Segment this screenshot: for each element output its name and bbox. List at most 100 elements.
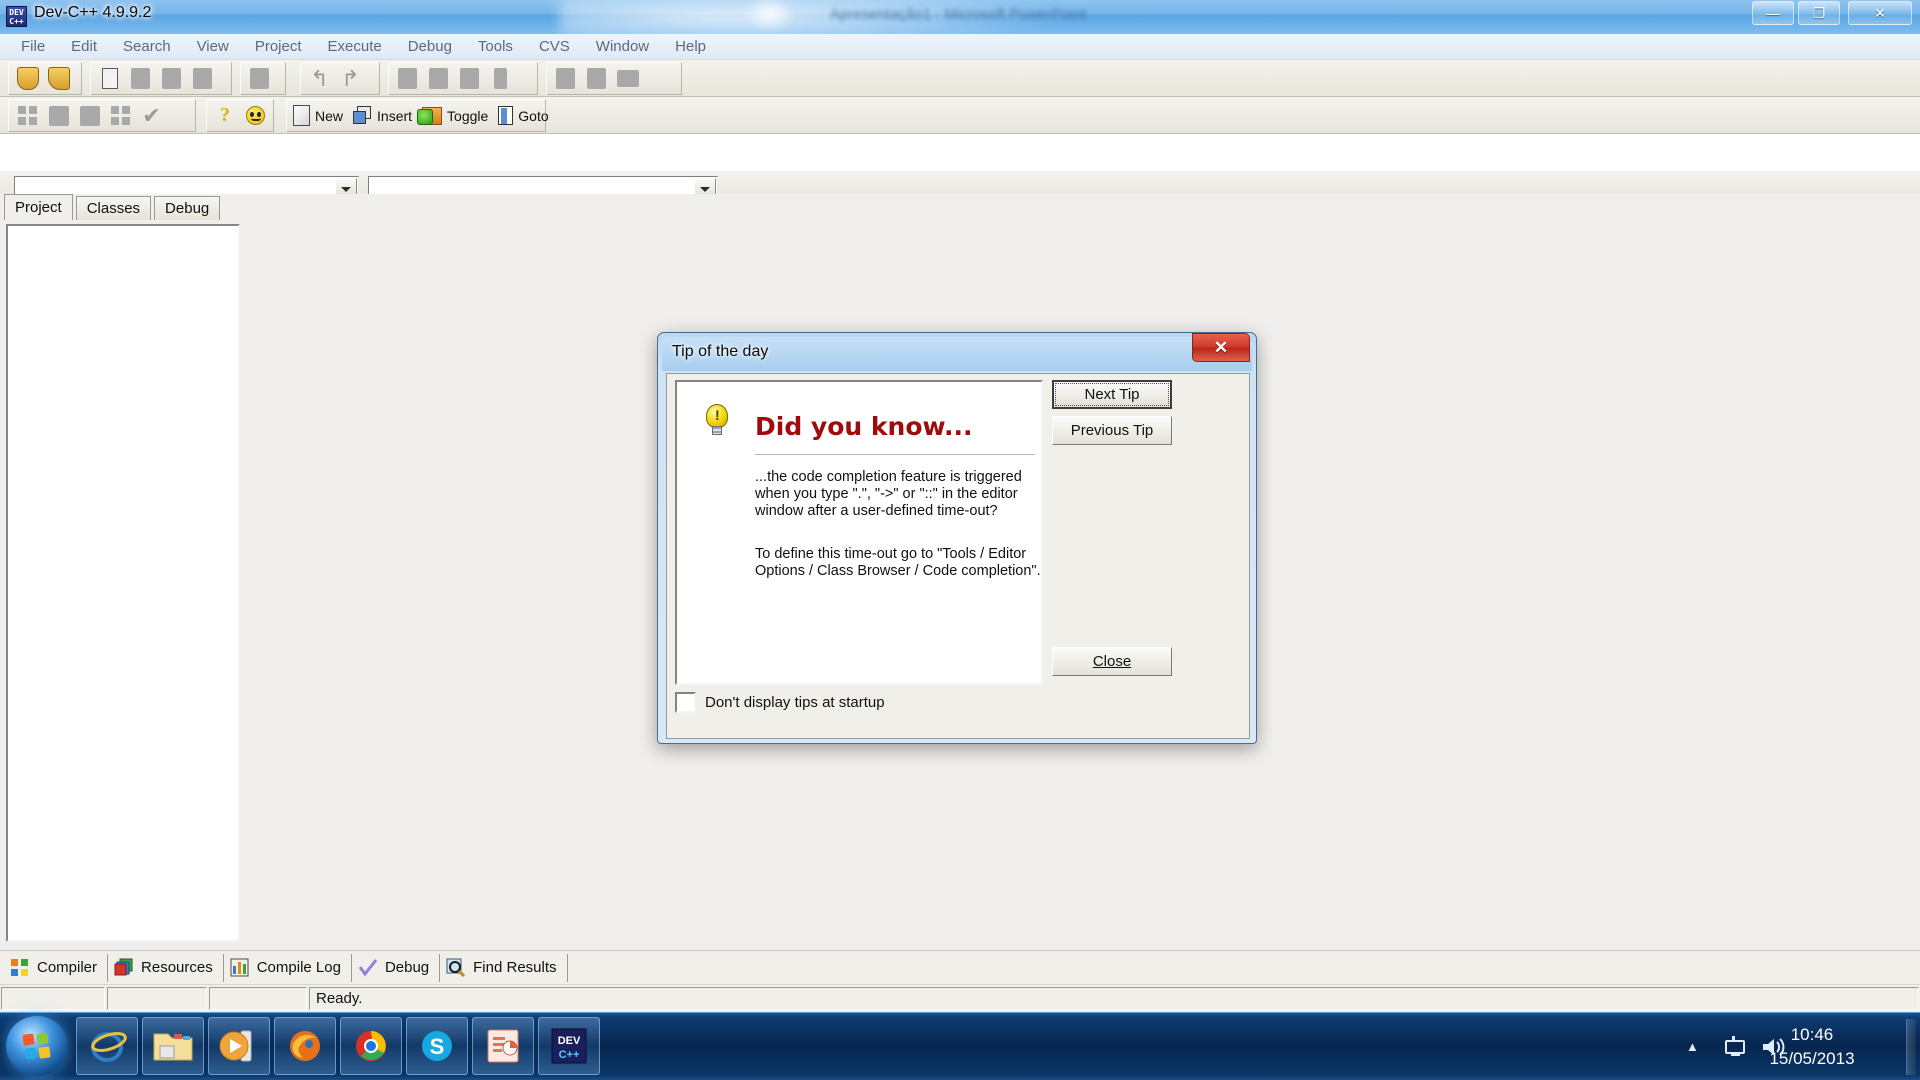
windows-logo-icon [22, 1031, 51, 1060]
menu-item-window[interactable]: Window [583, 36, 662, 57]
tab-find-results[interactable]: Find Results [442, 953, 568, 982]
redo-icon[interactable]: ↱ [335, 64, 366, 93]
insert-button[interactable]: Insert [350, 101, 419, 130]
dont-display-tips-checkbox[interactable] [675, 692, 696, 713]
open-file-icon[interactable] [125, 64, 156, 93]
network-icon[interactable] [1722, 1035, 1748, 1064]
print-icon[interactable] [244, 64, 275, 93]
save-all-icon[interactable] [187, 64, 218, 93]
status-cell-1 [1, 987, 105, 1010]
goto-icon [498, 106, 514, 125]
taskbar-item-powerpoint[interactable] [472, 1017, 534, 1075]
taskbar-item-chrome[interactable] [340, 1017, 402, 1075]
debug-icon[interactable] [550, 64, 581, 93]
dont-display-tips-row[interactable]: Don't display tips at startup [675, 692, 885, 713]
toolbar-group-project [8, 62, 82, 95]
tab-compile-log[interactable]: Compile Log [226, 953, 352, 982]
goto-button-label: Goto [518, 107, 549, 124]
tile-icon[interactable] [12, 101, 43, 130]
toggle-button[interactable]: Toggle [417, 101, 495, 130]
tab-compiler[interactable]: Compiler [6, 953, 109, 982]
help-question-icon[interactable]: ? [210, 101, 240, 130]
new-file-icon[interactable] [94, 64, 125, 93]
save-file-icon[interactable] [156, 64, 187, 93]
clock-time[interactable]: 10:46 [1752, 1025, 1872, 1045]
main-toolbar: ↰ ↱ [0, 60, 1920, 97]
minimize-button[interactable]: — [1752, 1, 1794, 25]
taskbar-item-dev-cpp[interactable]: DEV C++ [538, 1017, 600, 1075]
menu-item-file[interactable]: File [8, 36, 58, 57]
lightbulb-icon [699, 404, 735, 452]
goto-button[interactable]: Goto [495, 101, 555, 130]
tab-find-results-label: Find Results [473, 959, 557, 976]
menu-item-debug[interactable]: Debug [395, 36, 465, 57]
tab-compiler-label: Compiler [37, 959, 98, 976]
profile-icon[interactable] [612, 64, 643, 93]
menu-item-help[interactable]: Help [662, 36, 719, 57]
taskbar-item-media-player[interactable] [208, 1017, 270, 1075]
taskbar-item-skype[interactable]: S [406, 1017, 468, 1075]
show-desktop-button[interactable] [1906, 1019, 1916, 1075]
tray-expand-icon[interactable]: ▲ [1686, 1039, 1699, 1054]
dev-cpp-icon: DEV C++ [6, 6, 27, 27]
tip-paragraph-2: To define this time-out go to "Tools / E… [755, 546, 1041, 579]
about-smiley-icon[interactable] [240, 101, 270, 130]
close-tip-button[interactable]: Close [1052, 647, 1172, 676]
toolbar-group-classbrowser: New Insert Toggle Goto [286, 99, 549, 132]
previous-tip-button[interactable]: Previous Tip [1052, 416, 1172, 445]
next-tip-button[interactable]: Next Tip [1052, 380, 1172, 409]
maximize-pane-icon[interactable] [43, 101, 74, 130]
compile-icon[interactable] [392, 64, 423, 93]
tip-content-area: Did you know... ...the code completion f… [675, 380, 1043, 685]
taskbar-item-windows-explorer[interactable] [142, 1017, 204, 1075]
menu-item-execute[interactable]: Execute [315, 36, 395, 57]
new-button[interactable]: New [290, 101, 350, 130]
tip-dialog-title: Tip of the day [672, 343, 769, 360]
run-icon[interactable] [423, 64, 454, 93]
taskbar-item-internet-explorer[interactable] [76, 1017, 138, 1075]
menu-item-edit[interactable]: Edit [58, 36, 110, 57]
close-button[interactable]: ✕ [1848, 1, 1912, 25]
menu-item-search[interactable]: Search [110, 36, 184, 57]
clock-date[interactable]: 15/05/2013 [1752, 1049, 1872, 1069]
menu-item-view[interactable]: View [184, 36, 242, 57]
menu-item-project[interactable]: Project [242, 36, 315, 57]
skype-icon: S [422, 1031, 452, 1061]
minimize-pane-icon[interactable] [74, 101, 105, 130]
new-project-icon[interactable] [12, 64, 43, 93]
menu-item-cvs[interactable]: CVS [526, 36, 583, 57]
start-button[interactable] [6, 1016, 68, 1076]
compile-run-icon[interactable] [454, 64, 485, 93]
tip-dialog-close-icon[interactable]: ✕ [1192, 333, 1250, 362]
tab-debug[interactable]: Debug [154, 196, 221, 220]
compiler-grid-icon [10, 958, 30, 977]
cascade-icon[interactable] [105, 101, 136, 130]
project-panel-tabs: Project Classes Debug [0, 194, 240, 220]
menu-item-tools[interactable]: Tools [465, 36, 526, 57]
tip-dialog-body: Did you know... ...the code completion f… [666, 373, 1250, 739]
tip-paragraph-1: ...the code completion feature is trigge… [755, 469, 1022, 519]
new-button-label: New [315, 107, 344, 124]
rebuild-icon[interactable] [485, 64, 516, 93]
open-project-icon[interactable] [43, 64, 74, 93]
status-cell-3 [209, 987, 307, 1010]
insert-button-label: Insert [377, 107, 413, 124]
tab-project[interactable]: Project [4, 194, 73, 220]
insert-icon [353, 106, 372, 125]
maximize-button[interactable]: ❐ [1798, 1, 1840, 25]
window-titlebar: Apresentação1 - Microsoft PowerPoint DEV… [0, 0, 1920, 34]
tab-classes[interactable]: Classes [75, 196, 152, 220]
firefox-icon [290, 1031, 320, 1061]
undo-icon[interactable]: ↰ [304, 64, 335, 93]
tab-resources-label: Resources [141, 959, 213, 976]
taskbar-item-firefox[interactable] [274, 1017, 336, 1075]
tab-debug-output[interactable]: Debug [354, 953, 441, 982]
project-tree-panel[interactable] [6, 224, 240, 942]
step-icon[interactable] [581, 64, 612, 93]
svg-text:C++: C++ [559, 1049, 580, 1061]
taskbar: S DEV C++ ▲ 10:46 15/05/2013 [0, 1012, 1920, 1080]
tab-resources[interactable]: Resources [110, 953, 224, 982]
check-icon[interactable]: ✔ [136, 101, 167, 130]
background-window-title: Apresentação1 - Microsoft PowerPoint [830, 6, 1086, 23]
chrome-icon [356, 1031, 386, 1061]
